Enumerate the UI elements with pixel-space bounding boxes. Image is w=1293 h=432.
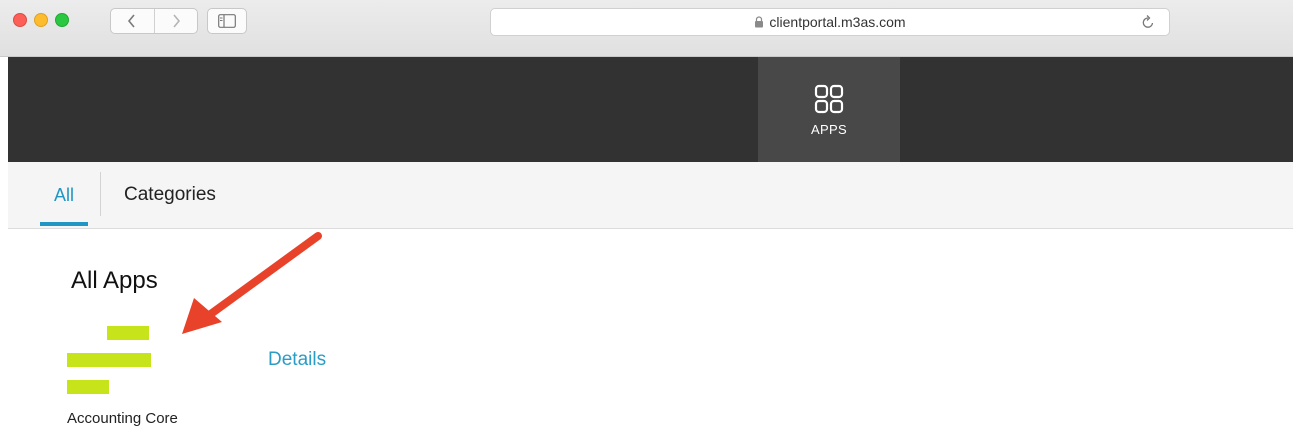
logo-bar [67, 380, 109, 394]
zoom-window-icon[interactable] [55, 13, 69, 27]
back-button[interactable] [111, 9, 154, 33]
history-nav [110, 8, 198, 34]
lock-icon [755, 16, 764, 28]
app-logo-accounting-core[interactable] [67, 326, 151, 394]
apps-nav-label: APPS [811, 122, 847, 137]
address-bar[interactable]: clientportal.m3as.com [490, 8, 1170, 36]
tabs-bar: All Categories [8, 162, 1293, 229]
app-name: Accounting Core [67, 410, 178, 427]
forward-button[interactable] [153, 9, 198, 33]
apps-nav-button[interactable]: APPS [758, 57, 900, 162]
forward-icon [173, 14, 180, 28]
browser-toolbar: clientportal.m3as.com [0, 0, 1293, 57]
tab-all[interactable]: All [40, 162, 88, 228]
app-header: APPS [8, 57, 1293, 162]
active-tab-indicator [40, 222, 88, 226]
close-window-icon[interactable] [13, 13, 27, 27]
sidebar-icon [218, 14, 236, 28]
details-link[interactable]: Details [268, 349, 326, 371]
logo-bar [107, 326, 149, 340]
reload-icon[interactable] [1141, 14, 1155, 30]
logo-bar [67, 353, 151, 367]
back-icon [128, 14, 135, 28]
apps-grid-icon [814, 84, 844, 114]
url-text: clientportal.m3as.com [769, 14, 906, 30]
page-title: All Apps [71, 267, 158, 294]
sidebar-toggle-button[interactable] [207, 8, 247, 34]
tab-categories[interactable]: Categories [124, 162, 216, 228]
minimize-window-icon[interactable] [34, 13, 48, 27]
tab-divider [100, 172, 101, 216]
annotation-arrow-icon [182, 232, 322, 334]
